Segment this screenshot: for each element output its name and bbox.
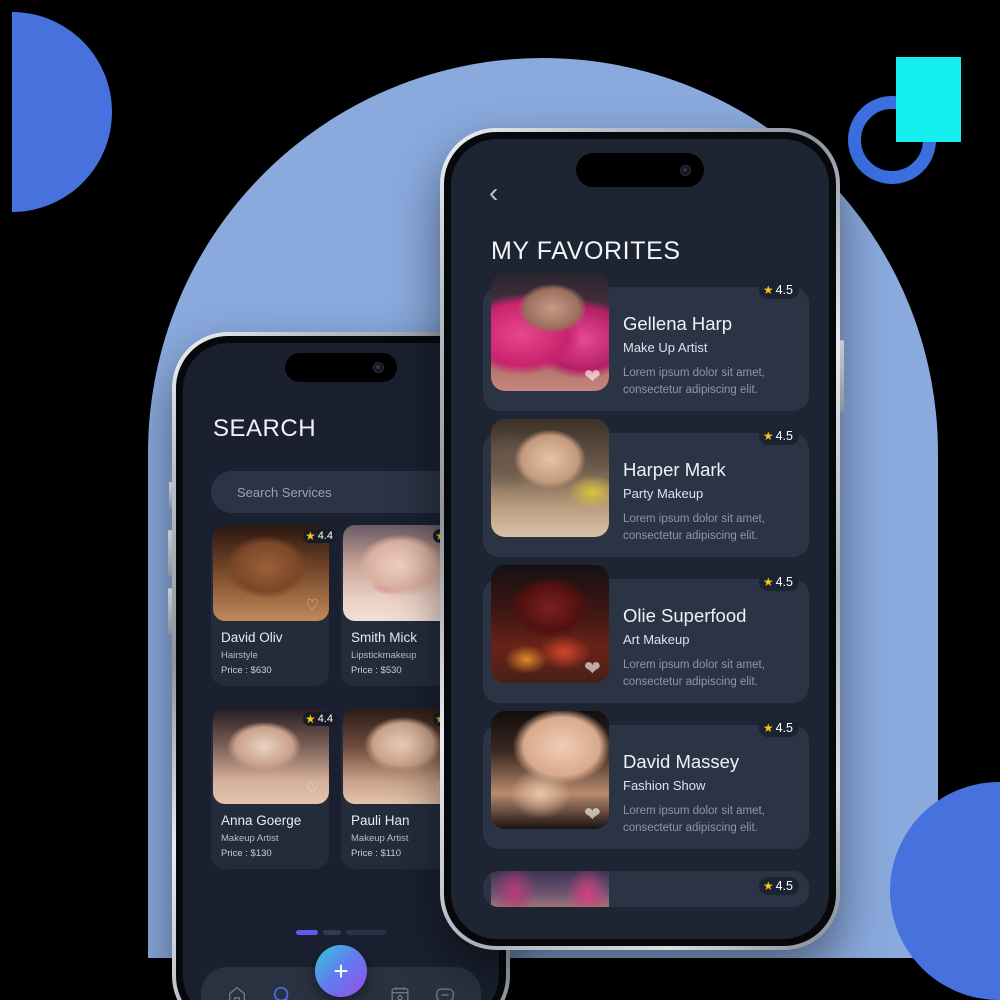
front-camera-icon	[373, 362, 384, 373]
heart-icon[interactable]: ♡	[306, 598, 319, 613]
favorite-description: Lorem ipsum dolor sit amet, consectetur …	[623, 805, 765, 834]
pagination-dot[interactable]	[323, 930, 341, 935]
decor-cyan-rectangle	[896, 57, 961, 142]
page-title-search: SEARCH	[213, 415, 317, 442]
favorite-name: Olie Superfood	[623, 605, 747, 626]
phone-left-volume-down-button[interactable]	[168, 588, 172, 634]
favorite-role: Art Makeup	[623, 632, 690, 647]
rating-badge: ★ 4.5	[758, 281, 799, 299]
home-icon	[229, 986, 246, 1000]
heart-icon[interactable]: ❤	[584, 659, 601, 679]
dynamic-island	[576, 153, 704, 187]
service-card[interactable]: ♡ ★ 4.4 David Oliv Hairstyle Price : $63…	[211, 525, 337, 686]
service-card-price: Price : $630	[221, 665, 272, 676]
back-button[interactable]: ‹	[489, 179, 498, 207]
service-card-role: Hairstyle	[221, 650, 258, 661]
favorite-row[interactable]: ❤ ★ 4.5 David Massey Fashion Show Lorem …	[483, 711, 809, 849]
favorites-list: ❤ ★ 4.5 Gellena Harp Make Up Artist Lore…	[483, 273, 809, 907]
service-card-name: David Oliv	[221, 630, 283, 645]
star-icon: ★	[762, 575, 774, 589]
favorites-screen: ‹ MY FAVORITES ❤ ★ 4.5 Gellena Harp Make…	[451, 139, 829, 939]
tab-home[interactable]	[226, 984, 248, 1000]
favorite-name: David Massey	[623, 751, 740, 772]
tab-search[interactable]	[271, 984, 293, 1000]
service-card-price: Price : $130	[221, 848, 272, 859]
star-icon: ★	[762, 429, 774, 443]
rating-value: 4.5	[775, 575, 793, 589]
rating-value: 4.5	[775, 429, 793, 443]
search-input-placeholder: Search Services	[237, 484, 332, 500]
tab-calendar[interactable]	[389, 984, 411, 1000]
favorite-role: Make Up Artist	[623, 340, 708, 355]
rating-badge: ★ 4.4	[302, 529, 337, 543]
rating-badge: ★ 4.5	[758, 427, 799, 445]
star-icon: ★	[762, 879, 774, 893]
tab-profile[interactable]	[434, 984, 456, 1000]
favorite-name: Gellena Harp	[623, 313, 733, 334]
favorite-role: Fashion Show	[623, 778, 706, 793]
service-card-name: Anna Goerge	[221, 813, 302, 828]
add-button[interactable]: +	[315, 945, 367, 997]
rating-badge: ★ 4.5	[758, 877, 799, 895]
favorite-photo	[491, 871, 609, 907]
carousel-pagination[interactable]	[296, 930, 386, 935]
favorite-photo	[491, 419, 609, 537]
service-card-role: Makeup Artist	[221, 833, 279, 844]
pagination-dot-active[interactable]	[296, 930, 318, 935]
favorite-description: Lorem ipsum dolor sit amet, consectetur …	[623, 367, 765, 396]
favorite-row[interactable]: ★ 4.5 Harper Mark Party Makeup Lorem ips…	[483, 419, 809, 557]
phone-right-power-button[interactable]	[840, 340, 844, 412]
favorite-description: Lorem ipsum dolor sit amet, consectetur …	[623, 659, 765, 688]
rating-value: 4.5	[775, 721, 793, 735]
pagination-dot[interactable]	[346, 930, 386, 935]
profile-icon	[435, 987, 454, 1000]
star-icon: ★	[304, 712, 316, 726]
star-icon: ★	[762, 721, 774, 735]
page-title-favorites: MY FAVORITES	[491, 237, 681, 265]
rating-badge: ★ 4.4	[302, 712, 337, 726]
rating-badge: ★ 4.5	[758, 719, 799, 737]
favorite-role: Party Makeup	[623, 486, 704, 501]
favorite-row-partial[interactable]: ★ 4.5	[483, 871, 809, 907]
service-card[interactable]: ♡ ★ 4.4 Anna Goerge Makeup Artist Price …	[211, 708, 337, 869]
favorite-description: Lorem ipsum dolor sit amet, consectetur …	[623, 513, 765, 542]
calendar-icon	[391, 986, 409, 1000]
star-icon: ★	[762, 283, 774, 297]
mockup-canvas: SEARCH Search Services ♡ ★ 4.4 David Oli…	[0, 0, 1000, 1000]
favorite-name: Harper Mark	[623, 459, 726, 480]
favorite-row[interactable]: ❤ ★ 4.5 Olie Superfood Art Makeup Lorem …	[483, 565, 809, 703]
plus-icon: +	[333, 956, 349, 986]
phone-right-bezel: ‹ MY FAVORITES ❤ ★ 4.5 Gellena Harp Make…	[444, 132, 836, 946]
decor-half-circle-top-left	[12, 12, 112, 212]
star-icon: ★	[304, 529, 316, 543]
search-icon	[273, 986, 289, 1000]
phone-left-volume-up-button[interactable]	[168, 530, 172, 576]
front-camera-icon	[680, 164, 691, 176]
phone-left-mute-button[interactable]	[169, 482, 172, 508]
rating-value: 4.5	[775, 283, 793, 297]
heart-icon[interactable]: ♡	[306, 781, 319, 796]
rating-badge: ★ 4.5	[758, 573, 799, 591]
rating-value: 4.5	[775, 879, 793, 893]
heart-icon[interactable]: ❤	[584, 805, 601, 825]
favorite-row[interactable]: ❤ ★ 4.5 Gellena Harp Make Up Artist Lore…	[483, 273, 809, 411]
phone-mockup-favorites: ‹ MY FAVORITES ❤ ★ 4.5 Gellena Harp Make…	[440, 128, 844, 950]
rating-value: 4.4	[317, 530, 333, 542]
rating-value: 4.4	[317, 713, 333, 725]
heart-icon[interactable]: ❤	[584, 367, 601, 387]
dynamic-island	[285, 353, 397, 382]
